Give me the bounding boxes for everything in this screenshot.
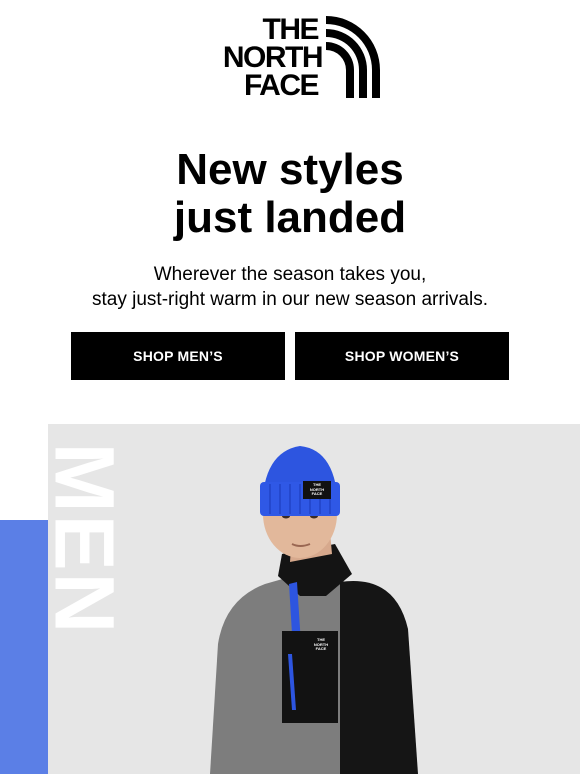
chest-logo-face: FACE <box>315 646 327 652</box>
headline: New styles just landed <box>0 146 580 242</box>
logo-word-north: NORTH <box>222 41 324 74</box>
subtext-line-1: Wherever the season takes you, <box>153 264 427 285</box>
logo-word-face: FACE <box>243 69 320 102</box>
subtext: Wherever the season takes you, stay just… <box>0 262 580 312</box>
shop-mens-button[interactable]: SHOP MEN’S <box>71 332 285 380</box>
subtext-line-2: stay just-right warm in our new season a… <box>92 289 488 310</box>
beanie-patch-face: FACE <box>311 491 323 497</box>
headline-line-1: New styles <box>176 145 404 194</box>
logo-word-the: THE <box>262 13 320 46</box>
model-photo <box>210 446 418 774</box>
beanie-patch: THE NORTH FACE <box>303 481 331 499</box>
half-dome-icon <box>326 16 380 98</box>
brand-logo[interactable]: THE NORTH FACE <box>200 13 380 102</box>
chest-logo: THE NORTH FACE <box>308 636 334 654</box>
shop-womens-button[interactable]: SHOP WOMEN’S <box>295 332 509 380</box>
headline-line-2: just landed <box>173 193 407 242</box>
hero-banner-men[interactable]: MEN THE NORTH FACE THE NORTH FACE <box>0 424 580 774</box>
